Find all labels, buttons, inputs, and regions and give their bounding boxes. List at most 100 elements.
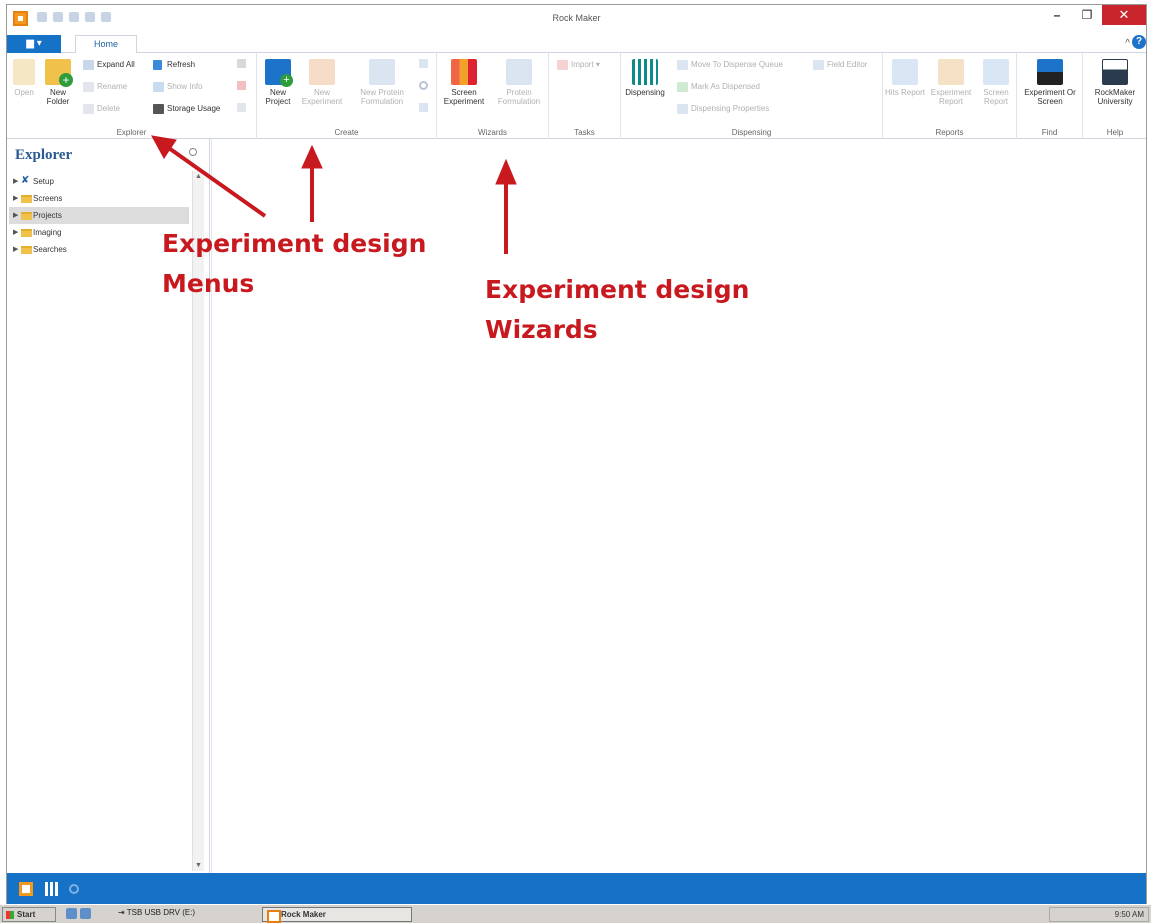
rename-label: Rename — [97, 82, 128, 91]
import-icon — [557, 60, 568, 70]
tree-item-setup[interactable]: ▶ ✘ Setup — [9, 173, 189, 190]
hits-report-button[interactable]: Hits Report — [885, 57, 925, 97]
experiment-report-icon — [938, 59, 964, 85]
screen-report-label: Screen Report — [983, 88, 1009, 106]
new-project-button[interactable]: + New Project — [261, 57, 295, 106]
rockmaker-university-button[interactable]: RockMaker University — [1087, 57, 1143, 106]
system-tray: 9:50 AM — [1049, 907, 1149, 922]
protein-formulation-icon — [369, 59, 395, 85]
check-icon — [677, 82, 688, 92]
window-controls: – ❐ ✕ — [1042, 5, 1146, 25]
screen-experiment-button[interactable]: Screen Experiment — [439, 57, 489, 106]
refresh-icon — [153, 60, 162, 70]
search-icon[interactable] — [419, 81, 428, 90]
field-editor-label: Field Editor — [827, 60, 868, 69]
protein-formulation-wizard-button[interactable]: Protein Formulation — [493, 57, 545, 106]
expand-arrow-icon[interactable]: ▶ — [13, 241, 18, 258]
start-button[interactable]: Start — [2, 907, 56, 922]
new-project-icon: + — [265, 59, 293, 87]
protein-formulation-label: Protein Formulation — [497, 88, 541, 106]
storage-usage-button[interactable]: Storage Usage — [153, 103, 220, 117]
queue-icon — [677, 60, 688, 70]
new-folder-button[interactable]: + New Folder — [39, 57, 77, 106]
mark-as-dispensed-button[interactable]: Mark As Dispensed — [677, 81, 760, 95]
rename-button[interactable]: Rename — [83, 81, 127, 95]
close-button[interactable]: ✕ — [1102, 5, 1146, 25]
new-protein-formulation-label: New Protein Formulation — [360, 88, 404, 106]
new-project-label: New Project — [265, 88, 291, 106]
new-protein-formulation-button[interactable]: New Protein Formulation — [353, 57, 411, 106]
experiment-report-button[interactable]: Experiment Report — [927, 57, 975, 106]
folder-icon — [21, 195, 32, 203]
properties-icon — [677, 104, 688, 114]
screen-report-icon — [983, 59, 1009, 85]
taskbar-rock-maker[interactable]: Rock Maker — [262, 907, 412, 923]
hits-report-icon — [892, 59, 918, 85]
copy-icon[interactable] — [237, 103, 246, 112]
remove-icon[interactable] — [237, 81, 246, 90]
open-button[interactable]: Open — [9, 57, 39, 97]
storage-usage-label: Storage Usage — [167, 104, 221, 113]
bottom-navigation-bar — [7, 873, 1146, 905]
hits-report-label: Hits Report — [885, 88, 926, 97]
browser-icon[interactable] — [66, 908, 77, 919]
dispensing-button[interactable]: Dispensing — [623, 57, 667, 97]
info-icon — [153, 82, 164, 92]
ribbon: Open + New Folder Expand All Rename Dele… — [7, 53, 1146, 139]
expand-arrow-icon[interactable]: ▶ — [13, 207, 18, 224]
experiment-or-screen-button[interactable]: Experiment Or Screen — [1019, 57, 1081, 106]
binoculars-icon — [1037, 59, 1063, 85]
grid-icon[interactable] — [237, 59, 246, 68]
refresh-button[interactable]: Refresh — [153, 59, 195, 73]
usb-drive-item[interactable]: ⇥ TSB USB DRV (E:) — [118, 908, 195, 917]
expand-arrow-icon[interactable]: ▶ — [13, 173, 18, 190]
show-info-button[interactable]: Show Info — [153, 81, 203, 95]
restore-button[interactable]: ❐ — [1072, 5, 1102, 25]
folder-icon — [21, 212, 32, 220]
annotation-menus-line1: Experiment design — [162, 229, 427, 258]
import-label: Import ▾ — [571, 60, 600, 69]
screen-report-button[interactable]: Screen Report — [977, 57, 1015, 106]
search-nav-icon[interactable] — [69, 884, 79, 894]
scroll-down-icon[interactable]: ▼ — [195, 862, 202, 869]
show-info-label: Show Info — [167, 82, 203, 91]
ribbon-group-find: Experiment Or Screen Find — [1017, 53, 1083, 139]
plus-icon: + — [59, 73, 73, 87]
plus-icon: + — [280, 74, 293, 87]
ribbon-group-reports: Hits Report Experiment Report Screen Rep… — [883, 53, 1017, 139]
tree-item-screens[interactable]: ▶ Screens — [9, 190, 189, 207]
new-experiment-button[interactable]: New Experiment — [299, 57, 345, 106]
import-button[interactable]: Import ▾ — [557, 59, 600, 73]
field-editor-button[interactable]: Field Editor — [813, 59, 867, 73]
collapse-ribbon-icon[interactable]: ^ — [1125, 38, 1130, 49]
tree-item-projects[interactable]: ▶ Projects — [9, 207, 189, 224]
view-icon[interactable] — [419, 59, 428, 68]
expand-all-button[interactable]: Expand All — [83, 59, 135, 73]
dispensing-icon — [632, 59, 658, 85]
dispensing-properties-button[interactable]: Dispensing Properties — [677, 103, 769, 117]
new-experiment-label: New Experiment — [301, 88, 343, 106]
scroll-up-icon[interactable]: ▲ — [195, 173, 202, 180]
dispensing-label: Dispensing — [625, 88, 665, 97]
filter-icon[interactable] — [419, 103, 428, 112]
new-folder-label: New Folder — [46, 88, 70, 106]
annotation-menus-line2: Menus — [162, 269, 255, 298]
delete-button[interactable]: Delete — [83, 103, 120, 117]
explorer-nav-icon[interactable] — [19, 882, 33, 896]
help-icon[interactable]: ? — [1132, 35, 1146, 49]
desktop-icon[interactable] — [80, 908, 91, 919]
ribbon-group-tasks: Import ▾ Tasks — [549, 53, 621, 139]
expand-arrow-icon[interactable]: ▶ — [13, 190, 18, 207]
window-title: Rock Maker — [552, 13, 601, 23]
tab-home[interactable]: Home — [75, 35, 137, 54]
file-menu-button[interactable]: ▆ ▾ — [7, 35, 61, 53]
pin-icon[interactable] — [189, 148, 197, 156]
minimize-button[interactable]: – — [1042, 5, 1072, 25]
create-group-label: Create — [334, 128, 359, 137]
folder-icon — [21, 229, 32, 237]
expand-arrow-icon[interactable]: ▶ — [13, 224, 18, 241]
dispensing-nav-icon[interactable] — [45, 882, 59, 896]
move-to-dispense-queue-button[interactable]: Move To Dispense Queue — [677, 59, 783, 73]
clock[interactable]: 9:50 AM — [1115, 910, 1144, 919]
ribbon-group-explorer: Open + New Folder Expand All Rename Dele… — [7, 53, 257, 139]
